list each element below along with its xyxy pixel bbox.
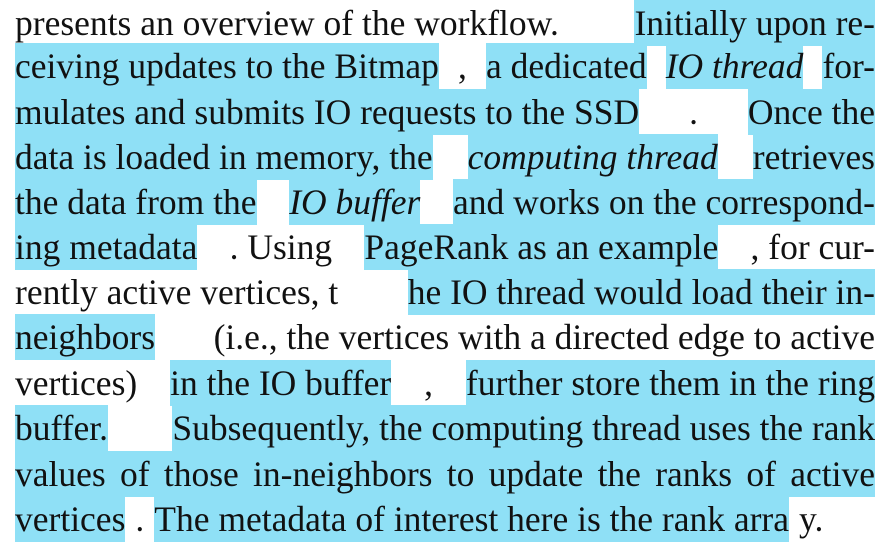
highlighted-text: IO buffer [289,179,421,225]
text-span: rently active vertices, t [15,272,339,312]
text-span: , [458,46,467,86]
highlighted-text: a dedicated [485,43,647,89]
text-span: y. [799,499,824,539]
highlighted-text: further store them in the ring [465,360,875,406]
highlighted-text: in the IO buffer [170,360,392,406]
text-line: vertices. The metadata of interest here i… [15,496,875,542]
highlighted-text: computing thread [467,134,718,180]
highlighted-text: PageRank as an example [364,224,719,270]
text-span: presents an overview of the workflow. [15,3,559,43]
text-line: vertices) in the IO buffer, further store … [15,360,875,406]
highlighted-text: mulates and submits IO requests to the S… [15,89,640,135]
highlighted-text: Once the [747,89,875,135]
text-span: . [689,92,698,132]
text-line: ceiving updates to the Bitmap, a dedicate… [15,43,875,89]
text-line: rently active vertices, t he IO thread wo… [15,269,875,315]
highlighted-text: he IO thread would load their in- [407,269,875,315]
highlighted-text: the data from the [15,179,257,225]
highlighted-text: data is loaded in memory, the [15,134,433,180]
text-line: data is loaded in memory, the computing t… [15,134,875,180]
highlighted-text: and works on the correspond- [453,179,875,225]
text-line: presents an overview of the workflow. Ini… [15,0,875,46]
text-span: (i.e., the vertices with a directed edge… [213,317,875,357]
text-span: . [135,499,145,539]
text-line: values of those in-neighbors to update t… [15,451,875,497]
text-line: buffer. Subsequently, the computing threa… [15,405,875,451]
highlighted-text: Subsequently, the computing thread uses … [172,405,875,451]
highlighted-text: values of those in-neighbors to update t… [15,451,875,497]
highlighted-text: for- [822,43,875,89]
text-line: neighbors (i.e., the vertices with a dire… [15,314,875,360]
paper-text-block: presents an overview of the workflow. Ini… [0,0,891,547]
text-line: ing metadata . Using PageRank as an exampl… [15,224,875,270]
text-span: , for cur- [750,227,875,267]
highlighted-text: IO thread [665,43,804,89]
highlighted-text: neighbors [15,314,156,360]
text-line: the data from the IO buffer and works on t… [15,179,875,225]
highlighted-text: ing metadata [15,224,198,270]
highlighted-text: vertices [15,496,126,542]
text-span: , [424,363,433,403]
highlighted-text: buffer. [15,405,108,451]
highlighted-text: retrieves [752,134,875,180]
highlighted-text: ceiving updates to the Bitmap [15,43,439,89]
text-span: vertices) [15,363,138,403]
text-line: mulates and submits IO requests to the S… [15,89,875,135]
highlighted-text: The metadata of interest here is the ran… [154,496,790,542]
text-span: . Using [229,227,333,267]
highlighted-text: Initially upon re- [634,0,875,46]
